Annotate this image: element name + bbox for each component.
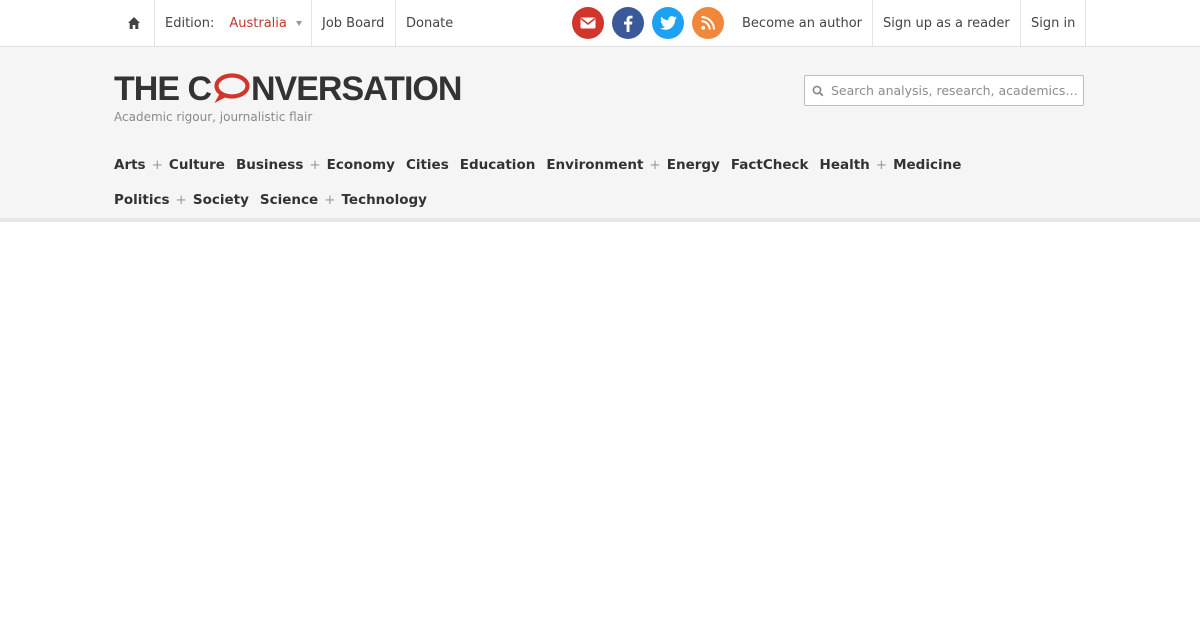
nav-item-label: Business bbox=[235, 156, 304, 173]
divider bbox=[1020, 0, 1021, 46]
search-box[interactable] bbox=[804, 75, 1084, 106]
home-button[interactable] bbox=[114, 0, 154, 46]
nav-item-label: Health bbox=[819, 156, 870, 173]
plus-icon: + bbox=[151, 156, 163, 173]
nav-item-label: Education bbox=[459, 156, 536, 173]
twitter-icon bbox=[659, 16, 677, 30]
home-icon bbox=[127, 16, 141, 30]
facebook-button[interactable] bbox=[612, 7, 644, 39]
speech-bubble-icon bbox=[212, 72, 250, 106]
nav-item-label: Society bbox=[192, 191, 249, 208]
nav-item[interactable]: FactCheck bbox=[731, 147, 809, 182]
site-logo[interactable]: THE C NVERSATION bbox=[114, 69, 462, 108]
rss-button[interactable] bbox=[692, 7, 724, 39]
edition-selector[interactable]: Edition: Australia bbox=[155, 0, 311, 46]
nav-item[interactable]: Arts + Culture bbox=[114, 147, 225, 182]
twitter-button[interactable] bbox=[652, 7, 684, 39]
nav-item[interactable]: Education bbox=[460, 147, 536, 182]
nav-item-label: Economy bbox=[326, 156, 395, 173]
header-divider bbox=[0, 218, 1200, 222]
nav-item[interactable]: Environment + Energy bbox=[546, 147, 720, 182]
nav-item-label: Environment bbox=[546, 156, 644, 173]
divider bbox=[395, 0, 396, 46]
tagline: Academic rigour, journalistic flair bbox=[114, 110, 313, 124]
job-board-link[interactable]: Job Board bbox=[322, 0, 384, 46]
search-input[interactable] bbox=[831, 83, 1081, 98]
sign-up-link[interactable]: Sign up as a reader bbox=[883, 0, 1010, 46]
nav-item-label: FactCheck bbox=[730, 156, 809, 173]
nav-item[interactable]: Health + Medicine bbox=[820, 147, 962, 182]
nav-item-label: Energy bbox=[666, 156, 720, 173]
rss-icon bbox=[701, 16, 715, 30]
nav-item-label: Arts bbox=[114, 156, 146, 173]
divider bbox=[311, 0, 312, 46]
divider bbox=[872, 0, 873, 46]
donate-link[interactable]: Donate bbox=[406, 0, 453, 46]
become-author-link[interactable]: Become an author bbox=[742, 0, 862, 46]
edition-label: Edition: bbox=[165, 15, 215, 31]
plus-icon: + bbox=[649, 156, 661, 173]
edition-value: Australia bbox=[229, 15, 287, 31]
logo-text-start: THE C bbox=[114, 69, 212, 108]
section-nav: Arts + Culture Business + Economy Cities Educat… bbox=[114, 147, 1074, 217]
chevron-down-icon bbox=[295, 20, 302, 26]
logo-text-end: NVERSATION bbox=[251, 69, 462, 108]
top-bar: Edition: Australia Job Board Donate Beco… bbox=[0, 0, 1200, 47]
nav-item-label: Cities bbox=[405, 156, 449, 173]
nav-item[interactable]: Cities bbox=[406, 147, 449, 182]
nav-item[interactable]: Business + Economy bbox=[236, 147, 395, 182]
email-icon bbox=[580, 17, 596, 29]
search-icon bbox=[812, 85, 824, 97]
plus-icon: + bbox=[175, 191, 187, 208]
nav-item-label: Technology bbox=[341, 191, 427, 208]
site-header: THE C NVERSATION Academic rigour, journa… bbox=[0, 47, 1200, 218]
plus-icon: + bbox=[324, 191, 336, 208]
plus-icon: + bbox=[309, 156, 321, 173]
nav-item-label: Politics bbox=[114, 191, 170, 208]
email-button[interactable] bbox=[572, 7, 604, 39]
plus-icon: + bbox=[875, 156, 888, 173]
divider bbox=[1085, 0, 1086, 46]
nav-item[interactable]: Politics + Society bbox=[114, 182, 249, 217]
facebook-icon bbox=[623, 15, 633, 32]
nav-item[interactable]: Science + Technology bbox=[260, 182, 427, 217]
sign-in-link[interactable]: Sign in bbox=[1031, 0, 1075, 46]
nav-item-label: Culture bbox=[168, 156, 225, 173]
nav-item-label: Science bbox=[259, 191, 319, 208]
nav-item-label: Medicine bbox=[893, 156, 962, 173]
